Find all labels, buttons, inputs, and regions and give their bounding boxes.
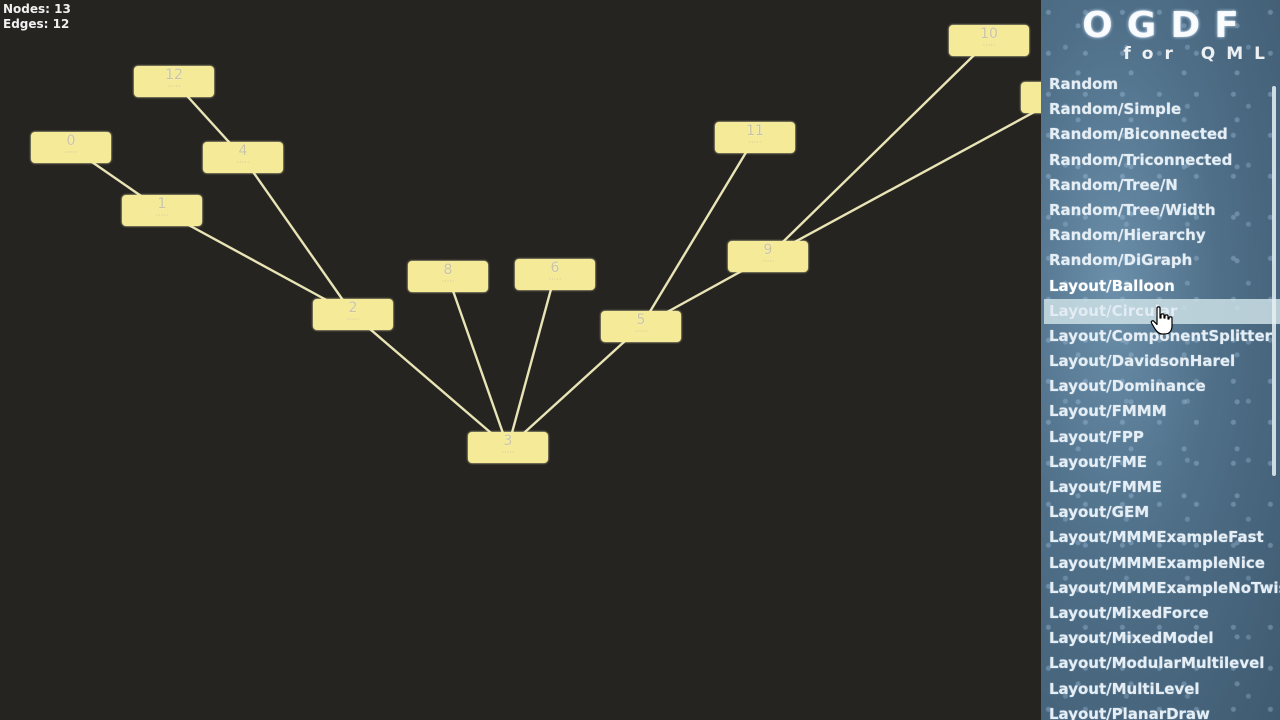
graph-edge-3-5 [507, 325, 642, 449]
node-count: Nodes: 13 [3, 2, 71, 16]
graph-edge-9-n13 [767, 96, 1062, 258]
node-label: 6 [550, 260, 560, 276]
menu-item-layout-gem[interactable]: Layout/GEM [1041, 500, 1280, 525]
node-coords: ····· [64, 148, 78, 157]
node-label: 0 [66, 133, 76, 149]
menu-item-layout-planardraw[interactable]: Layout/PlanarDraw [1041, 702, 1280, 720]
graph-node-0[interactable]: 0 ····· [31, 132, 111, 163]
graph-node-6[interactable]: 6 ····· [515, 259, 595, 290]
ogdf-logo: OGDF for QML [1041, 4, 1280, 64]
node-label: 12 [165, 67, 183, 83]
menu-item-random-simple[interactable]: Random/Simple [1041, 97, 1280, 122]
node-coords: ····· [982, 41, 996, 50]
menu-item-layout-fpp[interactable]: Layout/FPP [1041, 425, 1280, 450]
edge-count: Edges: 12 [3, 17, 70, 31]
node-coords: ····· [748, 138, 762, 147]
logo-title: OGDF [1082, 5, 1253, 46]
node-label: 11 [746, 123, 764, 139]
menu-item-layout-mmmexamplefast[interactable]: Layout/MMMExampleFast [1041, 525, 1280, 550]
graph-node-9[interactable]: 9 ····· [728, 241, 808, 272]
menu-item-random-biconnected[interactable]: Random/Biconnected [1041, 122, 1280, 147]
menu-scrollbar[interactable] [1272, 86, 1276, 476]
node-label: 3 [503, 433, 513, 449]
graph-edge-5-11 [639, 136, 757, 328]
menu-item-layout-mmmexamplenice[interactable]: Layout/MMMExampleNice [1041, 551, 1280, 576]
graph-node-1[interactable]: 1 ····· [122, 195, 202, 226]
graph-edges [70, 39, 1062, 449]
menu-item-layout-fmme[interactable]: Layout/FMME [1041, 475, 1280, 500]
node-label: 4 [238, 143, 248, 159]
graph-node-3[interactable]: 3 ····· [468, 432, 548, 463]
node-label: 8 [443, 262, 453, 278]
graph-stats: Nodes: 13 Edges: 12 [3, 2, 71, 32]
node-coords: ····· [441, 277, 455, 286]
node-coords: ····· [548, 275, 562, 284]
menu-item-random-hierarchy[interactable]: Random/Hierarchy [1041, 223, 1280, 248]
graph-node-5[interactable]: 5 ····· [601, 311, 681, 342]
menu-item-layout-mmmexamplenotwist[interactable]: Layout/MMMExampleNoTwist [1041, 576, 1280, 601]
node-coords: ····· [761, 257, 775, 266]
node-label: 9 [763, 242, 773, 258]
menu-item-layout-modularmultilevel[interactable]: Layout/ModularMultilevel [1041, 651, 1280, 676]
menu-item-random-digraph[interactable]: Random/DiGraph [1041, 248, 1280, 273]
node-coords: ····· [155, 211, 169, 220]
node-coords: ····· [167, 82, 181, 91]
ogdf-qml-app: 0 ····· 1 ····· 2 ····· 3 ····· 4 ····· … [0, 0, 1280, 720]
graph-node-4[interactable]: 4 ····· [203, 142, 283, 173]
graph-edge-9-10 [767, 39, 990, 258]
menu-item-random-tree-width[interactable]: Random/Tree/Width [1041, 198, 1280, 223]
menu-item-random-tree-n[interactable]: Random/Tree/N [1041, 173, 1280, 198]
graph-node-2[interactable]: 2 ····· [313, 299, 393, 330]
node-label: 2 [348, 300, 358, 316]
layout-menu: Random Random/Simple Random/Biconnected Ran… [1041, 72, 1280, 720]
node-coords: ····· [634, 327, 648, 336]
menu-item-layout-multilevel[interactable]: Layout/MultiLevel [1041, 677, 1280, 702]
node-label: 10 [980, 26, 998, 42]
layout-sidebar: OGDF for QML Random Random/Simple Random/B… [1041, 0, 1280, 720]
node-coords: ····· [501, 448, 515, 457]
menu-item-layout-mixedforce[interactable]: Layout/MixedForce [1041, 601, 1280, 626]
menu-item-layout-dominance[interactable]: Layout/Dominance [1041, 374, 1280, 399]
node-label: 5 [636, 312, 646, 328]
menu-item-layout-mixedmodel[interactable]: Layout/MixedModel [1041, 626, 1280, 651]
menu-item-layout-fmmm[interactable]: Layout/FMMM [1041, 399, 1280, 424]
node-label: 1 [157, 196, 167, 212]
menu-item-random[interactable]: Random [1041, 72, 1280, 97]
menu-item-layout-fme[interactable]: Layout/FME [1041, 450, 1280, 475]
hand-pointer-icon [1150, 306, 1173, 335]
node-coords: ····· [236, 158, 250, 167]
graph-node-12[interactable]: 12 ····· [134, 66, 214, 97]
graph-node-8[interactable]: 8 ····· [408, 261, 488, 292]
menu-item-random-triconnected[interactable]: Random/Triconnected [1041, 148, 1280, 173]
node-coords: ····· [346, 315, 360, 324]
graph-node-10[interactable]: 10 ····· [949, 25, 1029, 56]
logo-subtitle: for QML [1123, 44, 1276, 64]
graph-node-11[interactable]: 11 ····· [715, 122, 795, 153]
graph-edge-4-2 [242, 156, 354, 316]
menu-item-layout-balloon[interactable]: Layout/Balloon [1041, 274, 1280, 299]
graph-edge-6-3 [506, 274, 557, 448]
menu-item-layout-davidsonharel[interactable]: Layout/DavidsonHarel [1041, 349, 1280, 374]
